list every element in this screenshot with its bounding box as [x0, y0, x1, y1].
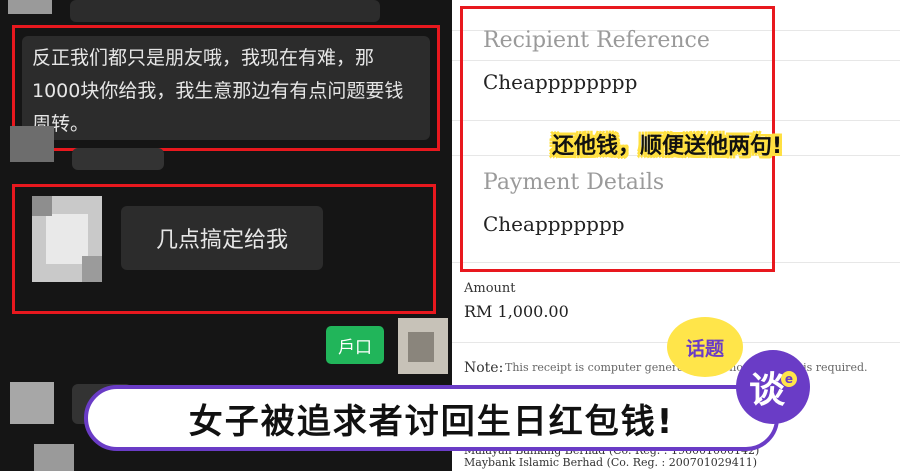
talk-logo-sup: e: [781, 371, 797, 387]
talk-logo-text: 谈: [748, 370, 785, 411]
topic-badge-text: 话题: [685, 337, 724, 360]
headline-text: 女子被追求者讨回生日红包钱!: [188, 401, 675, 442]
avatar-pixelated: [398, 318, 448, 374]
chat-bubble-faded: [70, 0, 380, 22]
avatar-pixelated: [10, 382, 54, 424]
chat-bubble-partial: [72, 148, 164, 170]
sent-message-bubble: 戶口: [326, 326, 384, 364]
avatar-pixelated: [8, 0, 52, 14]
highlight-box-message2: [12, 184, 436, 314]
note-label: Note:: [464, 360, 504, 376]
footer-line-2: Maybank Islamic Berhad (Co. Reg. : 20070…: [464, 456, 758, 469]
amount-value: RM 1,000.00: [464, 302, 569, 321]
headline-banner: 女子被追求者讨回生日红包钱!: [84, 385, 779, 451]
caption-overlay: 还他钱，顺便送他两句!: [552, 134, 783, 159]
avatar-pixelated: [10, 126, 54, 162]
topic-badge: 话题: [667, 317, 743, 377]
amount-label: Amount: [464, 281, 516, 296]
highlight-box-message1: [12, 25, 440, 151]
talk-logo: 谈e: [736, 350, 810, 424]
sent-message-text: 戶口: [338, 337, 372, 358]
avatar-pixelated: [34, 444, 74, 471]
